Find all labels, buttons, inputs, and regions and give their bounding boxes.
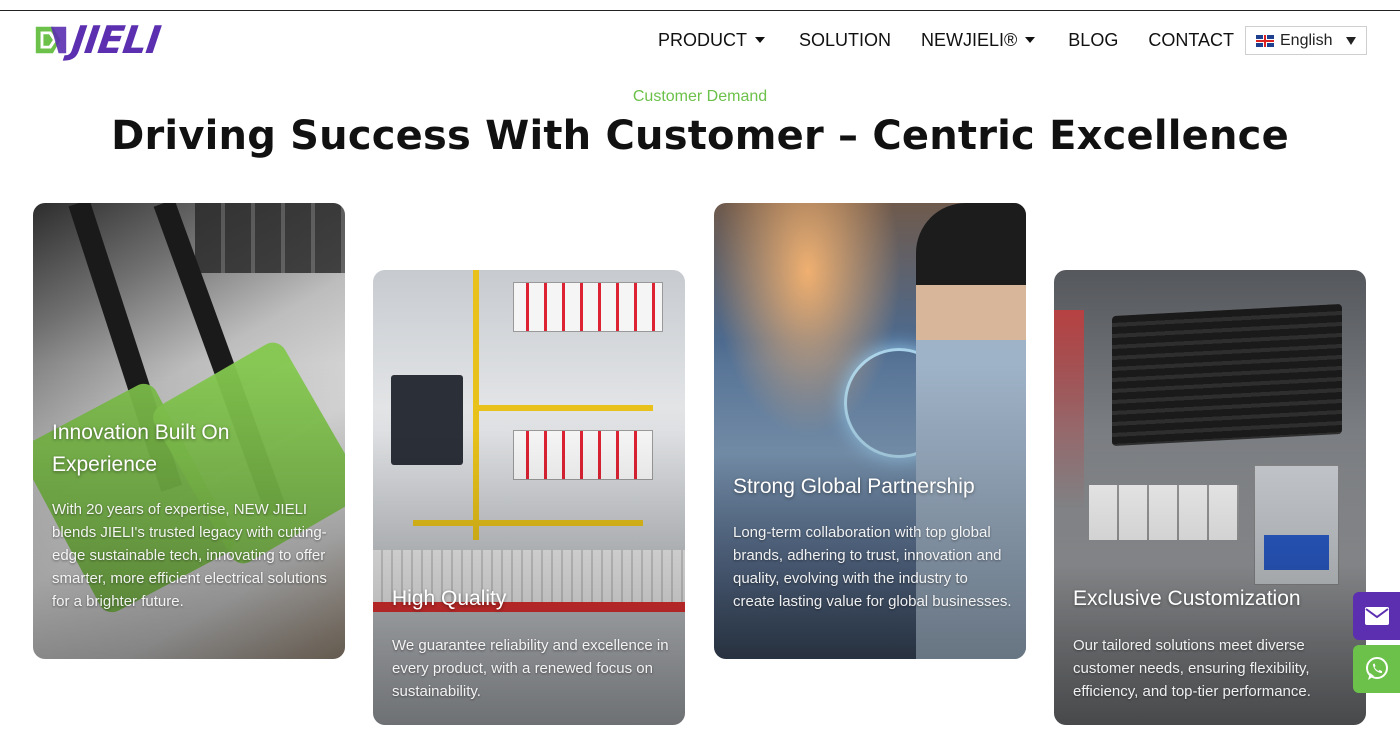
card-title: Strong Global Partnership [733,475,975,498]
chevron-down-icon [755,37,765,43]
email-button[interactable] [1353,592,1400,640]
card-high-quality[interactable]: High Quality We guarantee reliability an… [373,270,685,725]
nav-newjieli-label: NEWJIELI® [921,29,1018,50]
whatsapp-button[interactable] [1353,645,1400,693]
card-body: Our tailored solutions meet diverse cust… [1073,637,1311,700]
chevron-down-icon [1025,37,1036,43]
main-nav: PRODUCT SOLUTION NEWJIELI® BLOG CONTACT [658,28,1234,52]
nav-product[interactable]: PRODUCT [658,30,765,51]
section-title: Driving Success With Customer – Centric … [111,113,1289,159]
site-logo[interactable]: JIELI [32,18,187,62]
card-innovation[interactable]: Innovation Built On Experience With 20 y… [33,203,345,659]
nav-blog[interactable]: BLOG [1068,30,1118,51]
mail-icon [1364,607,1389,625]
nav-solution[interactable]: SOLUTION [799,30,891,51]
nav-contact-label: CONTACT [1148,29,1234,50]
logo-wordmark: JIELI [68,18,163,62]
card-title: Exclusive Customization [1073,587,1301,610]
chevron-down-icon [1346,37,1356,45]
nav-product-label: PRODUCT [658,29,747,50]
nav-newjieli[interactable]: NEWJIELI® [921,29,1036,51]
whatsapp-icon [1365,657,1388,680]
card-global-partnership[interactable]: Strong Global Partnership Long-term coll… [714,203,1026,659]
card-title-line1: Innovation Built On [52,421,230,444]
nav-solution-label: SOLUTION [799,29,892,50]
jieli-logo-icon [35,26,67,54]
nav-blog-label: BLOG [1068,29,1119,50]
card-title: High Quality [392,587,507,610]
card-body: We guarantee reliability and excellence … [392,637,669,700]
card-body: With 20 years of expertise, NEW JIELI bl… [52,501,327,610]
top-border [0,10,1400,11]
language-label: English [1280,31,1333,49]
card-customization[interactable]: Exclusive Customization Our tailored sol… [1054,270,1366,725]
section-eyebrow: Customer Demand [632,88,768,105]
uk-flag-icon [1256,34,1274,47]
language-selector[interactable]: English [1245,26,1367,55]
card-title: Innovation Built On Experience [52,417,229,481]
card-body: Long-term collaboration with top global … [733,524,1012,610]
card-title-line2: Experience [52,453,158,476]
nav-contact[interactable]: CONTACT [1148,30,1234,51]
